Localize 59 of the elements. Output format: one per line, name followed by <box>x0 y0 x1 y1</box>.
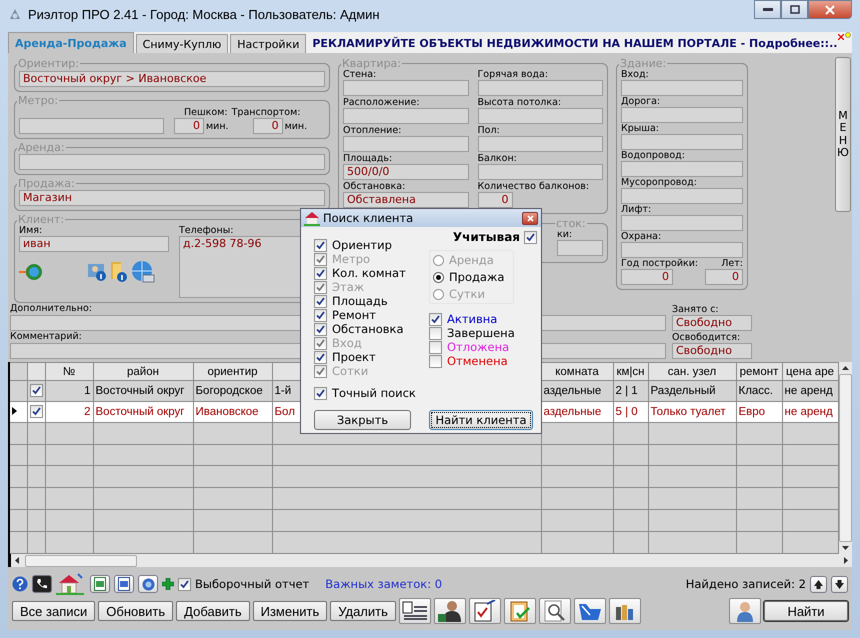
group-title: Продажа: <box>17 177 76 190</box>
field-label: Обстановка: <box>343 182 406 192</box>
records-found-label: Найдено записей: 2 <box>686 577 806 591</box>
field-label: Освободится: <box>672 333 742 343</box>
table-cell: 5 | 0 <box>616 406 638 418</box>
field-label: Крыша: <box>621 124 660 134</box>
table-cell: Ивановское <box>196 406 259 418</box>
field-label: Транспортом: <box>232 107 300 118</box>
table-cell: Класс. <box>738 384 773 397</box>
table-cell: аздельные <box>544 384 602 397</box>
table-cell: Богородское <box>196 384 263 397</box>
field-label: Отопление: <box>343 126 402 136</box>
group-title: Квартира: <box>341 57 402 70</box>
field-label: Имя: <box>19 226 44 236</box>
table-cell: аздельные <box>544 406 602 418</box>
field-label: Дополнительно: <box>10 303 92 314</box>
field-label: Охрана: <box>621 232 662 242</box>
table-cell: 2 <box>84 406 90 418</box>
table-cell: Раздельный <box>650 384 716 397</box>
field-label: Пешком: <box>184 107 228 118</box>
dialog-title: Поиск клиента <box>323 211 414 225</box>
field-label: Комментарий: <box>10 331 82 342</box>
window-title: Риэлтор ПРО 2.41 - Город: Москва - Пользователь: Админ <box>28 6 380 22</box>
field-label: Балкон: <box>478 154 518 164</box>
group-title: Ориентир: <box>17 57 80 70</box>
group-title: сток: <box>555 217 587 230</box>
group-title: Аренда: <box>17 141 66 154</box>
field-label: ки: <box>557 230 574 240</box>
unit-label: мин. <box>284 120 308 132</box>
field-label: Площадь: <box>343 154 394 164</box>
table-cell: 1 <box>84 384 90 397</box>
table-cell: Евро <box>738 406 766 418</box>
field-label: Водопровод: <box>621 151 686 161</box>
field-label: Горячая вода: <box>478 70 550 80</box>
field-label: Лифт: <box>621 205 652 215</box>
field-label: Вход: <box>621 70 650 80</box>
table-cell: не аренд <box>784 406 833 418</box>
table-cell: не аренд <box>784 384 833 397</box>
group-title: Клиент: <box>17 213 66 226</box>
group-title: Здание: <box>619 57 668 70</box>
table-cell: 2 | 1 <box>616 384 638 397</box>
group-title: Метро: <box>17 94 60 107</box>
field-label: Год постройки: <box>621 259 698 269</box>
unit-label: мин. <box>206 120 229 132</box>
field-label: Расположение: <box>343 98 421 108</box>
table-cell: Бол <box>274 406 295 418</box>
field-label: Занято с: <box>672 305 720 315</box>
field-label: Телефоны: <box>179 226 234 236</box>
field-label: Количество балконов: <box>478 182 590 192</box>
field-label: Мусоропровод: <box>621 178 698 188</box>
field-label: Высота потолка: <box>478 98 562 108</box>
table-cell: 1-й <box>274 384 292 397</box>
field-label: Стена: <box>343 70 376 80</box>
table-cell: Только туалет <box>650 406 726 418</box>
field-label: Дорога: <box>621 97 662 107</box>
table-cell: Восточный округ <box>96 406 184 418</box>
field-label: Лет: <box>721 259 743 269</box>
table-cell: Восточный округ <box>96 384 184 397</box>
field-label: Пол: <box>478 126 501 136</box>
